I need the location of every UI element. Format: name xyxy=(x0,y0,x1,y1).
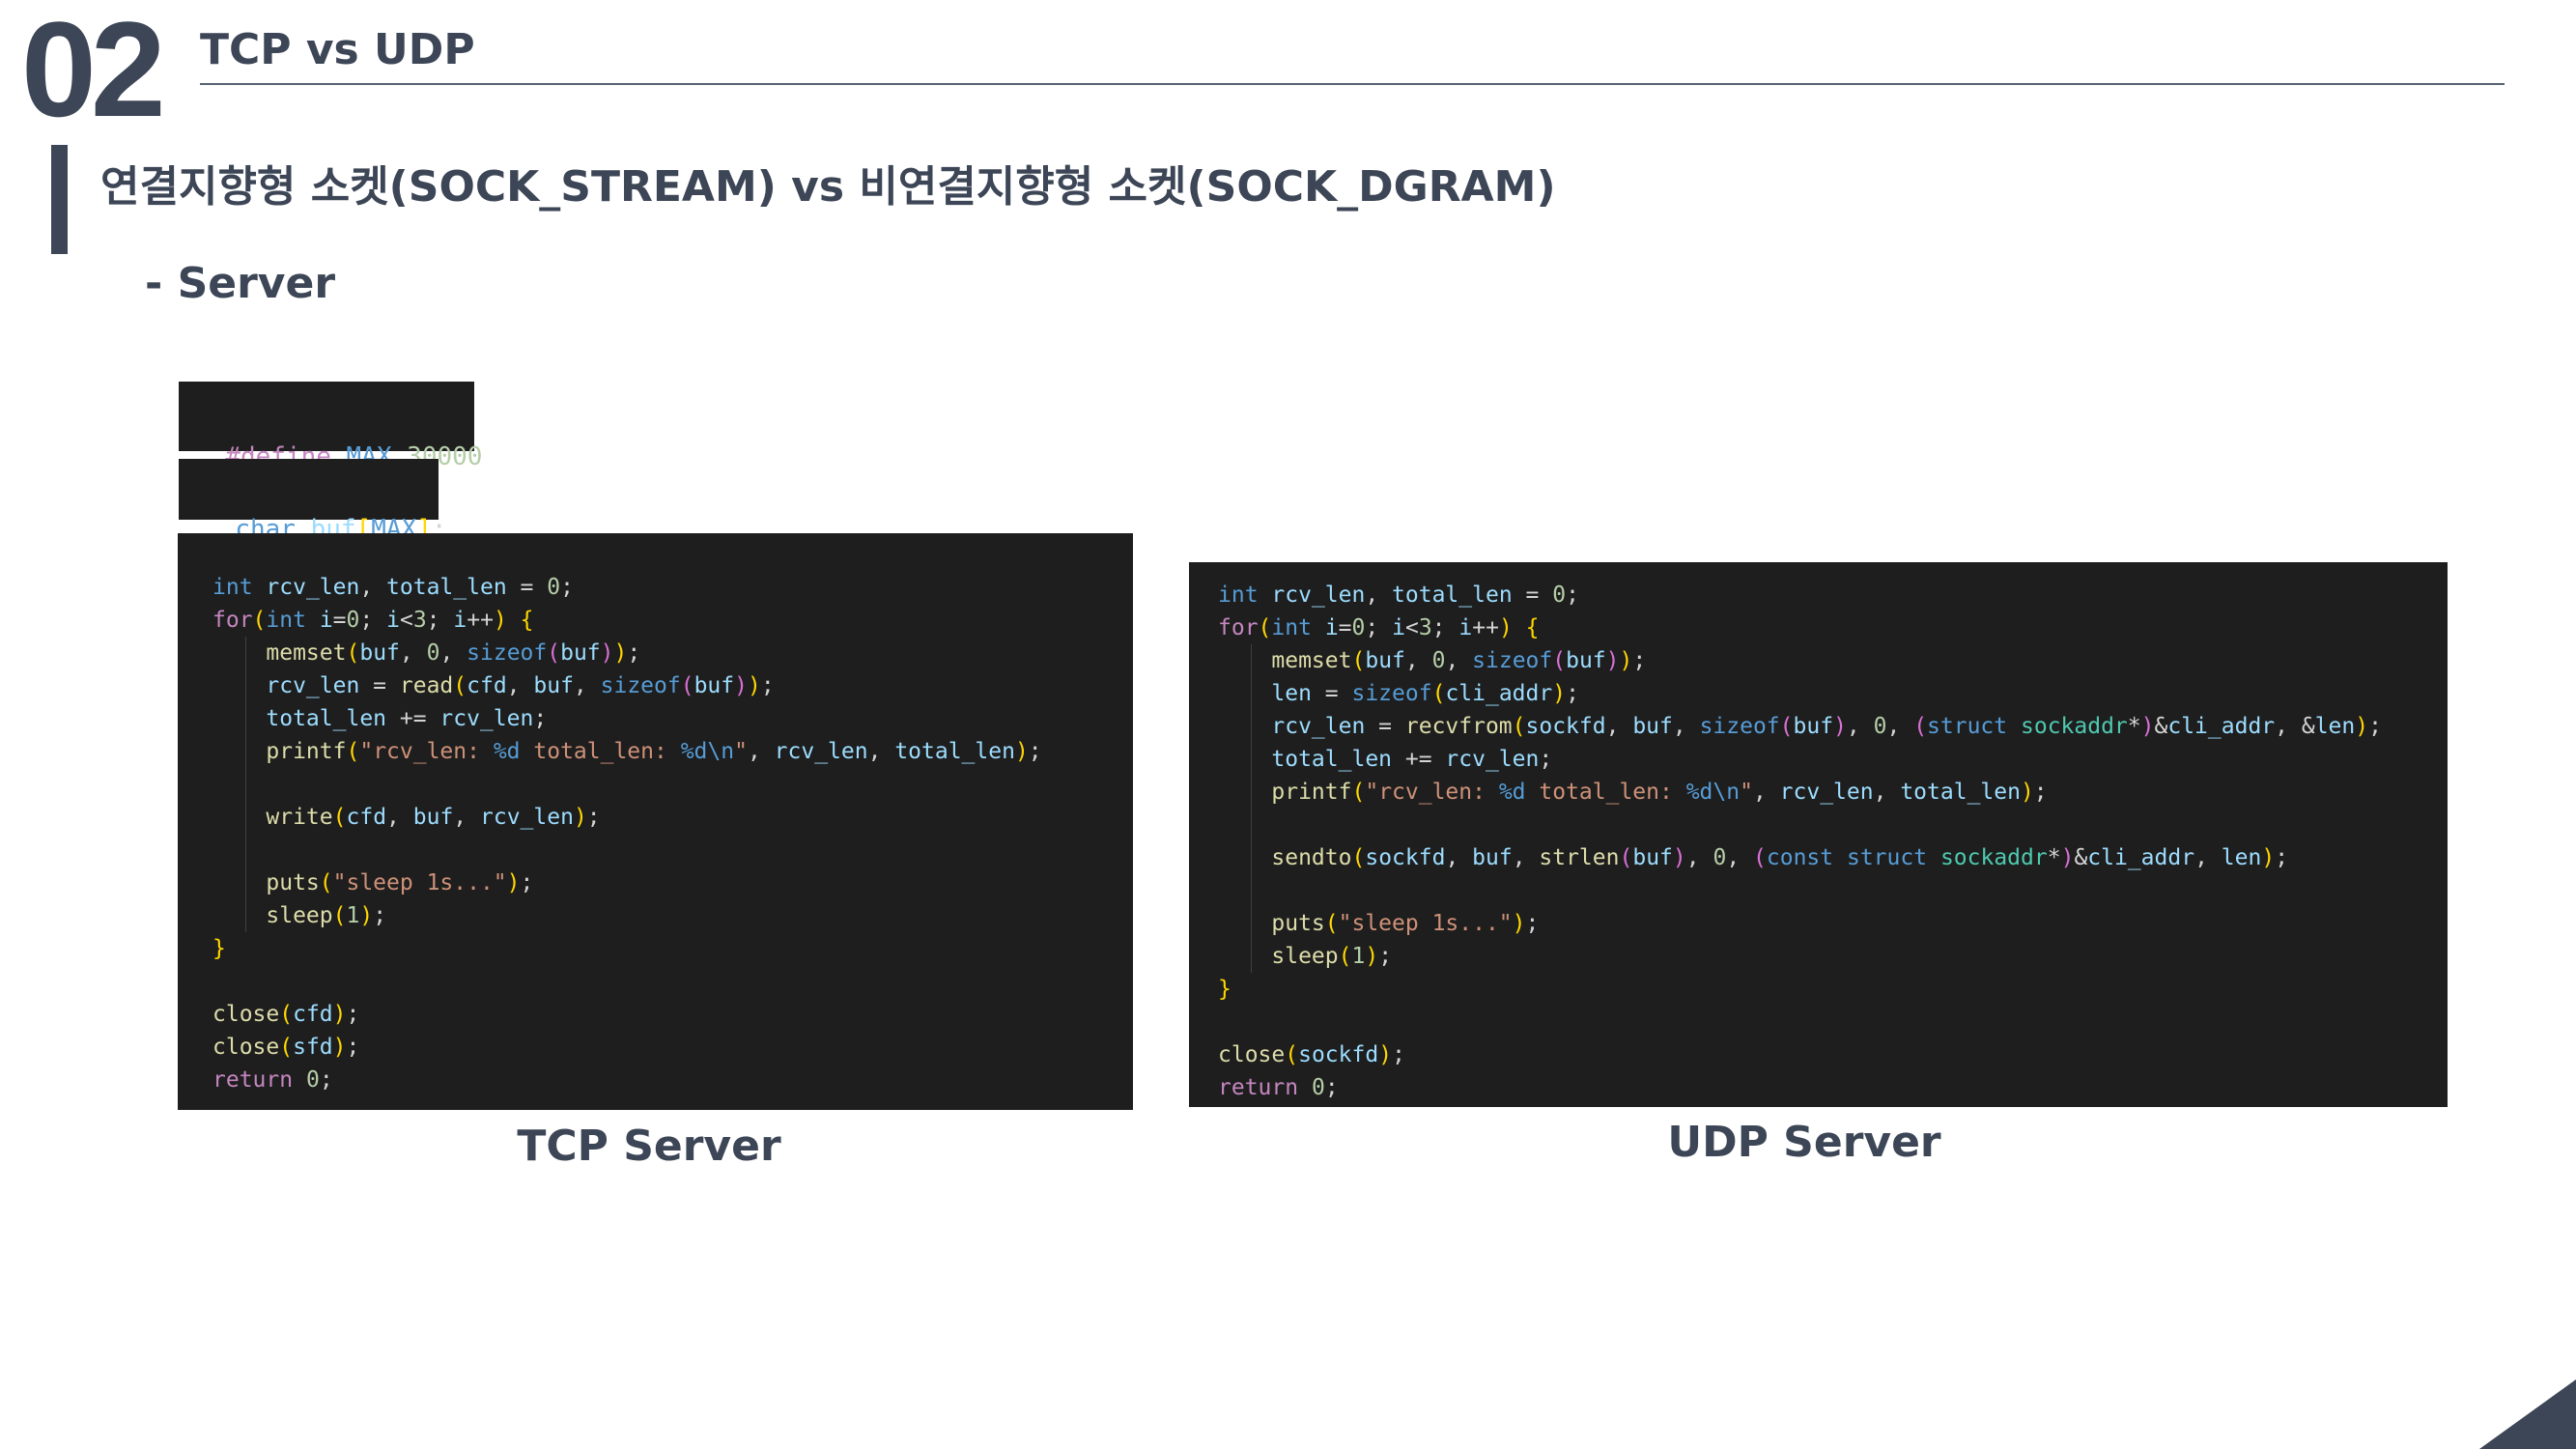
code-line: close(cfd); xyxy=(212,998,1133,1031)
code-line-text: printf("rcv_len: %d total_len: %d\n", rc… xyxy=(266,739,1042,764)
indent-guide xyxy=(245,702,246,735)
code-line-text: } xyxy=(1218,977,1231,1002)
indent-guide xyxy=(245,735,246,768)
code-line-text: } xyxy=(212,936,226,961)
tcp-code-panel: int rcv_len, total_len = 0; for(int i=0; … xyxy=(178,533,1133,1110)
code-line: return 0; xyxy=(1218,1071,2448,1104)
corner-decoration xyxy=(2479,1379,2576,1449)
slide-subheading: - Server xyxy=(145,259,336,308)
code-line: } xyxy=(212,932,1133,965)
code-line xyxy=(1218,874,2448,907)
indent-guide xyxy=(245,637,246,669)
code-line: sendto(sockfd, buf, strlen(buf), 0, (con… xyxy=(1218,841,2448,874)
code-line-text: memset(buf, 0, sizeof(buf)); xyxy=(1271,648,1647,673)
code-line: sleep(1); xyxy=(212,899,1133,932)
section-title: TCP vs UDP xyxy=(200,25,475,74)
code-line-text: int rcv_len, total_len = 0; xyxy=(1218,582,1579,608)
code-line-text: total_len += rcv_len; xyxy=(266,706,548,731)
code-line: memset(buf, 0, sizeof(buf)); xyxy=(212,637,1133,669)
buffer-snippet: char buf[MAX]; xyxy=(179,459,447,544)
indent-guide xyxy=(1251,710,1252,743)
indent-guide xyxy=(1251,809,1252,841)
code-line: len = sizeof(cli_addr); xyxy=(1218,677,2448,710)
code-line: return 0; xyxy=(212,1064,1133,1096)
code-line: int rcv_len, total_len = 0; xyxy=(1218,579,2448,611)
code-line: int rcv_len, total_len = 0; xyxy=(212,571,1133,604)
indent-guide xyxy=(1251,776,1252,809)
indent-guide xyxy=(1251,874,1252,907)
title-divider xyxy=(200,83,2505,85)
code-line: puts("sleep 1s..."); xyxy=(1218,907,2448,940)
code-line: close(sockfd); xyxy=(1218,1038,2448,1071)
code-line-text: puts("sleep 1s..."); xyxy=(1271,911,1540,936)
indent-guide xyxy=(1251,743,1252,776)
define-snippet: #define MAX 30000 xyxy=(179,382,482,471)
code-line: for(int i=0; i<3; i++) { xyxy=(212,608,534,633)
code-line xyxy=(212,768,1133,801)
code-line-text: rcv_len = read(cfd, buf, sizeof(buf)); xyxy=(266,673,775,698)
code-line: memset(buf, 0, sizeof(buf)); xyxy=(1218,644,2448,677)
code-line-text: write(cfd, buf, rcv_len); xyxy=(266,805,601,830)
code-line-text: close(sockfd); xyxy=(1218,1042,1405,1067)
udp-caption: UDP Server xyxy=(1667,1118,1941,1167)
code-line xyxy=(212,834,1133,867)
indent-guide xyxy=(1251,644,1252,677)
code-line: for(int i=0; i<3; i++) { xyxy=(1218,615,1540,640)
code-line-text: sleep(1); xyxy=(266,903,387,928)
code-line: printf("rcv_len: %d total_len: %d\n", rc… xyxy=(1218,776,2448,809)
udp-code-panel: int rcv_len, total_len = 0; for(int i=0; … xyxy=(1189,562,2448,1107)
code-line-text: close(sfd); xyxy=(212,1035,360,1060)
udp-code-listing: int rcv_len, total_len = 0; for(int i=0; … xyxy=(1218,579,2448,1104)
code-line-text: printf("rcv_len: %d total_len: %d\n", rc… xyxy=(1271,780,2048,805)
code-line: } xyxy=(1218,973,2448,1006)
code-line-text: int rcv_len, total_len = 0; xyxy=(212,575,574,600)
code-line: total_len += rcv_len; xyxy=(1218,743,2448,776)
code-line: total_len += rcv_len; xyxy=(212,702,1133,735)
indent-guide xyxy=(245,669,246,702)
indent-guide xyxy=(245,768,246,801)
code-line: write(cfd, buf, rcv_len); xyxy=(212,801,1133,834)
code-line: printf("rcv_len: %d total_len: %d\n", rc… xyxy=(212,735,1133,768)
code-line-text: rcv_len = recvfrom(sockfd, buf, sizeof(b… xyxy=(1271,714,2382,739)
tcp-caption: TCP Server xyxy=(517,1122,781,1171)
code-line: sleep(1); xyxy=(1218,940,2448,973)
indent-guide xyxy=(1251,940,1252,973)
code-line-text: total_len += rcv_len; xyxy=(1271,747,1553,772)
code-line xyxy=(1218,809,2448,841)
code-line-text: return 0; xyxy=(1218,1075,1339,1100)
indent-guide xyxy=(245,834,246,867)
code-line: close(sfd); xyxy=(212,1031,1133,1064)
indent-guide xyxy=(1251,677,1252,710)
code-line-text: sleep(1); xyxy=(1271,944,1393,969)
indent-guide xyxy=(245,867,246,899)
indent-guide xyxy=(1251,841,1252,874)
code-line-text: close(cfd); xyxy=(212,1002,360,1027)
code-line: rcv_len = recvfrom(sockfd, buf, sizeof(b… xyxy=(1218,710,2448,743)
code-line: puts("sleep 1s..."); xyxy=(212,867,1133,899)
code-line-text: puts("sleep 1s..."); xyxy=(266,870,534,895)
heading-accent-bar xyxy=(51,145,68,254)
code-line-text: return 0; xyxy=(212,1067,333,1093)
code-line-text: memset(buf, 0, sizeof(buf)); xyxy=(266,640,641,666)
slide-heading: 연결지향형 소켓(SOCK_STREAM) vs 비연결지향형 소켓(SOCK_… xyxy=(100,162,1556,212)
code-line: rcv_len = read(cfd, buf, sizeof(buf)); xyxy=(212,669,1133,702)
indent-guide xyxy=(1251,907,1252,940)
section-number: 02 xyxy=(21,0,166,145)
code-line-text: len = sizeof(cli_addr); xyxy=(1271,681,1579,706)
indent-guide xyxy=(245,899,246,932)
code-line-text: sendto(sockfd, buf, strlen(buf), 0, (con… xyxy=(1271,845,2289,870)
tcp-code-listing: int rcv_len, total_len = 0; for(int i=0; … xyxy=(212,571,1133,1096)
indent-guide xyxy=(245,801,246,834)
